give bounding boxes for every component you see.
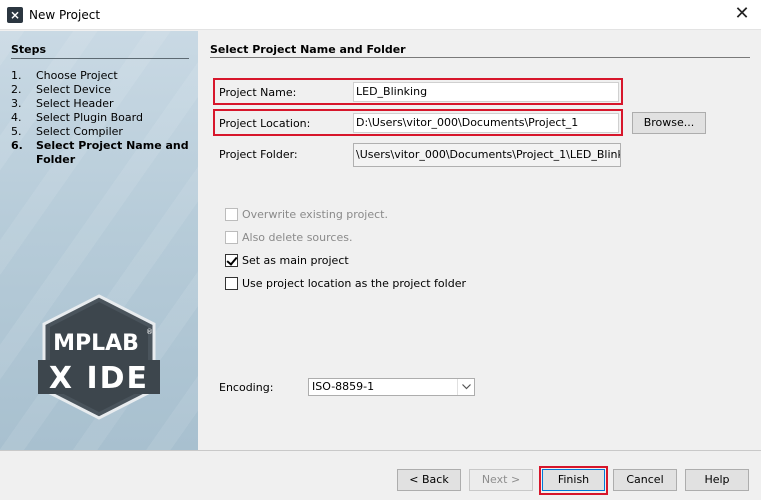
use-location-label: Use project location as the project fold… bbox=[242, 277, 466, 290]
title-bar: ⨯ New Project ✕ bbox=[0, 0, 761, 30]
chevron-down-icon[interactable] bbox=[457, 379, 474, 395]
steps-divider bbox=[11, 58, 189, 59]
logo-line2: X IDE bbox=[49, 361, 149, 396]
close-icon[interactable]: ✕ bbox=[731, 4, 753, 26]
next-button[interactable]: Next > bbox=[469, 469, 533, 491]
step-item: 5. Select Compiler bbox=[11, 125, 123, 138]
steps-heading: Steps bbox=[11, 43, 47, 56]
step-item-current: 6. Select Project Name and Folder bbox=[11, 139, 189, 166]
main-project-label: Set as main project bbox=[242, 254, 349, 267]
step-item: 1. Choose Project bbox=[11, 69, 118, 82]
logo-line1: MPLAB bbox=[53, 331, 139, 356]
checkbox-box[interactable] bbox=[225, 277, 238, 290]
steps-panel: Steps 1. Choose Project 2. Select Device 3… bbox=[0, 31, 198, 450]
project-folder-label: Project Folder: bbox=[219, 148, 298, 161]
project-name-input[interactable]: LED_Blinking bbox=[353, 82, 619, 102]
main-project-checkbox[interactable]: Set as main project bbox=[225, 254, 349, 267]
encoding-value: ISO-8859-1 bbox=[312, 380, 375, 393]
back-button[interactable]: < Back bbox=[397, 469, 461, 491]
step-item: 2. Select Device bbox=[11, 83, 112, 96]
project-name-label: Project Name: bbox=[219, 86, 297, 99]
project-location-input[interactable]: D:\Users\vitor_000\Documents\Project_1 bbox=[353, 113, 619, 133]
project-location-label: Project Location: bbox=[219, 117, 311, 130]
overwrite-label: Overwrite existing project. bbox=[242, 208, 388, 221]
use-location-checkbox[interactable]: Use project location as the project fold… bbox=[225, 277, 466, 290]
button-bar: < Back Next > Finish Cancel Help bbox=[0, 450, 761, 500]
delete-sources-checkbox[interactable]: Also delete sources. bbox=[225, 231, 352, 244]
logo-registered-mark: ® bbox=[146, 328, 153, 336]
delete-sources-label: Also delete sources. bbox=[242, 231, 353, 244]
encoding-label: Encoding: bbox=[219, 381, 274, 394]
finish-button[interactable]: Finish bbox=[542, 469, 605, 491]
browse-button[interactable]: Browse... bbox=[632, 112, 706, 134]
project-folder-field: \Users\vitor_000\Documents\Project_1\LED… bbox=[353, 143, 621, 167]
mplab-x-ide-logo: MPLAB ® X IDE bbox=[38, 294, 160, 420]
page-title: Select Project Name and Folder bbox=[210, 43, 406, 56]
step-item: 3. Select Header bbox=[11, 97, 114, 110]
checkbox-box[interactable] bbox=[225, 231, 238, 244]
cancel-button[interactable]: Cancel bbox=[613, 469, 677, 491]
step-item: 4. Select Plugin Board bbox=[11, 111, 143, 124]
overwrite-checkbox[interactable]: Overwrite existing project. bbox=[225, 208, 388, 221]
title-divider bbox=[210, 57, 750, 58]
steps-list: 1. Choose Project 2. Select Device 3. Selec… bbox=[11, 69, 191, 167]
help-button[interactable]: Help bbox=[685, 469, 749, 491]
encoding-select[interactable]: ISO-8859-1 bbox=[308, 378, 475, 396]
checkbox-box-checked[interactable] bbox=[225, 254, 238, 267]
mplab-icon: ⨯ bbox=[7, 7, 23, 23]
window-title: New Project bbox=[29, 8, 101, 22]
main-panel: Select Project Name and Folder Project N… bbox=[198, 31, 761, 450]
checkbox-box[interactable] bbox=[225, 208, 238, 221]
